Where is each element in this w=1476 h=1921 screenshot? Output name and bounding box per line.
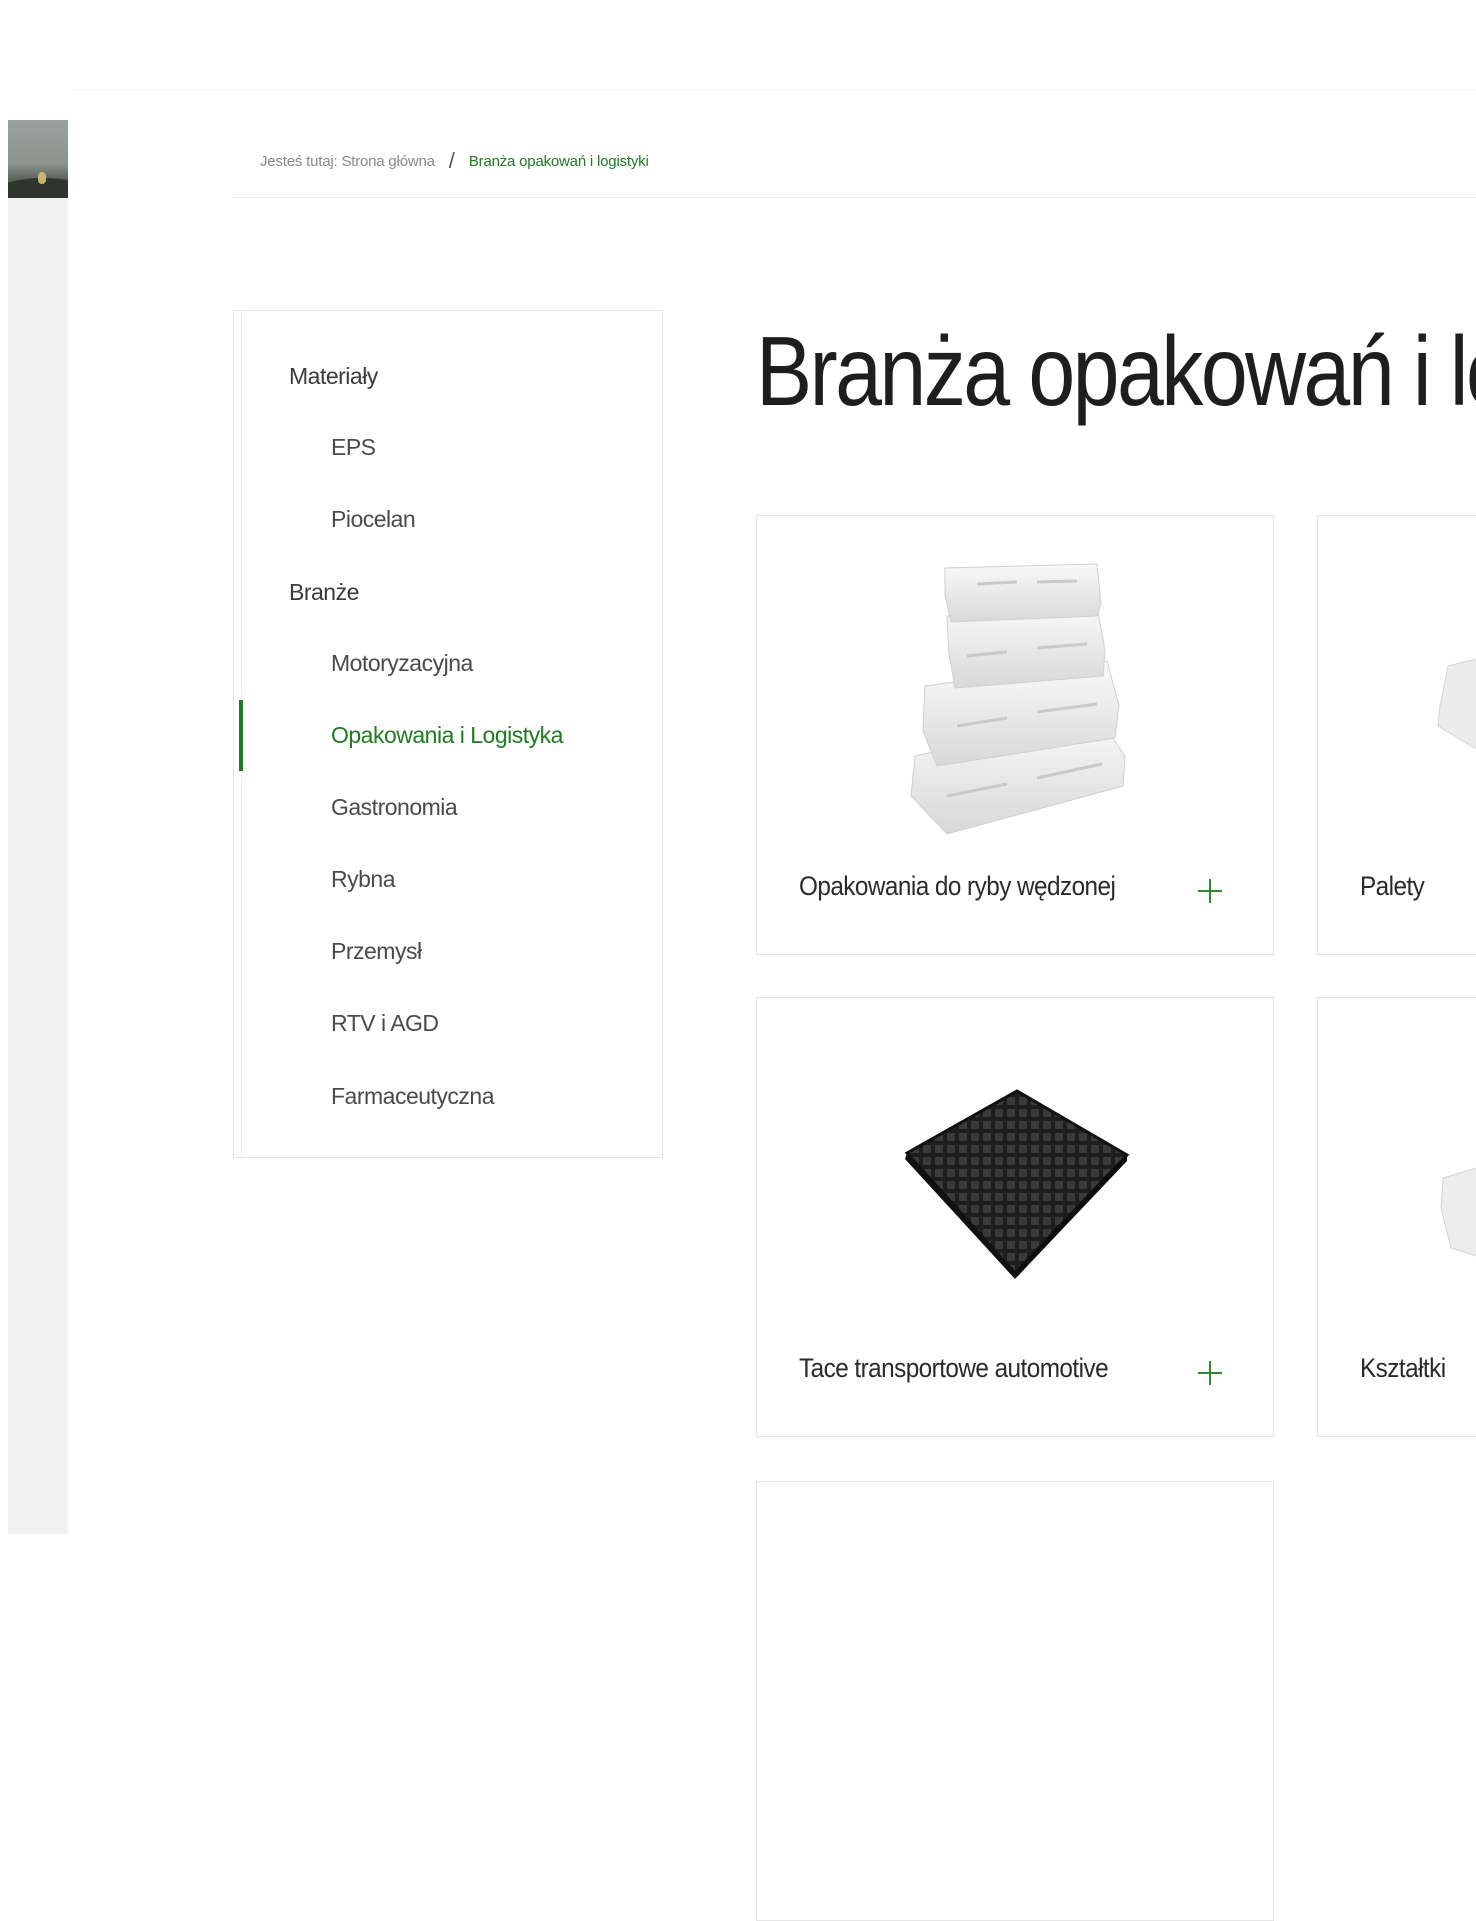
sidebar-item-branze[interactable]: Branże <box>289 556 359 628</box>
product-card-palety-clip: Palety <box>1317 515 1476 955</box>
header-photo-thumbnail <box>8 120 68 198</box>
product-card-label: Kształtki <box>1360 1353 1446 1383</box>
white-pallet-image <box>1437 658 1476 750</box>
product-card-tace-transportowe[interactable]: Tace transportowe automotive <box>756 997 1274 1437</box>
sidebar-item-rybna[interactable]: Rybna <box>331 843 395 915</box>
sidebar-item-motoryzacyjna[interactable]: Motoryzacyjna <box>331 627 473 699</box>
plus-icon[interactable] <box>1198 879 1222 903</box>
breadcrumb-current: Branża opakowań i logistyki <box>468 152 649 170</box>
sidebar-item-opakowania-i-logistyka[interactable]: Opakowania i Logistyka <box>331 699 563 771</box>
product-card-opakowania-do-ryby[interactable]: Opakowania do ryby wędzonej <box>756 515 1274 955</box>
sidebar-item-eps[interactable]: EPS <box>331 411 376 483</box>
product-card-ksztaltki-clip: Kształtki <box>1317 997 1476 1437</box>
sidebar-item-rtv-i-agd[interactable]: RTV i AGD <box>331 987 439 1059</box>
page-title-container: Branża opakowań i logistyki <box>740 300 1476 440</box>
product-card-label: Tace transportowe automotive <box>799 1353 1109 1383</box>
active-indicator <box>239 700 243 771</box>
sidebar-item-gastronomia[interactable]: Gastronomia <box>331 771 458 843</box>
product-card-next[interactable] <box>756 1481 1274 1921</box>
sidebar-item-piocelan[interactable]: Piocelan <box>331 483 416 555</box>
product-card-ksztaltki[interactable]: Kształtki <box>1317 997 1476 1437</box>
sidebar-item-przemysl[interactable]: Przemysł <box>331 915 422 987</box>
sidebar-item-farmaceutyczna[interactable]: Farmaceutyczna <box>331 1060 495 1132</box>
stacked-boxes-image <box>910 563 1126 835</box>
product-card-label: Opakowania do ryby wędzonej <box>799 871 1116 901</box>
product-card-label: Palety <box>1360 871 1425 901</box>
breadcrumb: Jesteś tutaj: Strona główna / Branża opa… <box>260 146 649 176</box>
breadcrumb-separator: / <box>448 148 455 173</box>
plus-icon[interactable] <box>1198 1361 1222 1385</box>
page-title: Branża opakowań i logistyki <box>756 316 1476 426</box>
category-sidebar: Materiały EPS Piocelan Branże Motoryzacy… <box>233 310 663 1158</box>
top-header-area <box>0 0 1476 120</box>
white-shape-image <box>1440 1167 1476 1257</box>
black-tray-image <box>904 1089 1130 1279</box>
breadcrumb-home-link[interactable]: Strona główna <box>341 153 434 170</box>
left-side-strip <box>8 120 68 1534</box>
sidebar-item-materialy[interactable]: Materiały <box>289 340 378 412</box>
breadcrumb-prefix: Jesteś tutaj: <box>260 152 338 170</box>
product-card-palety[interactable]: Palety <box>1317 515 1476 955</box>
breadcrumb-divider <box>232 197 1476 198</box>
